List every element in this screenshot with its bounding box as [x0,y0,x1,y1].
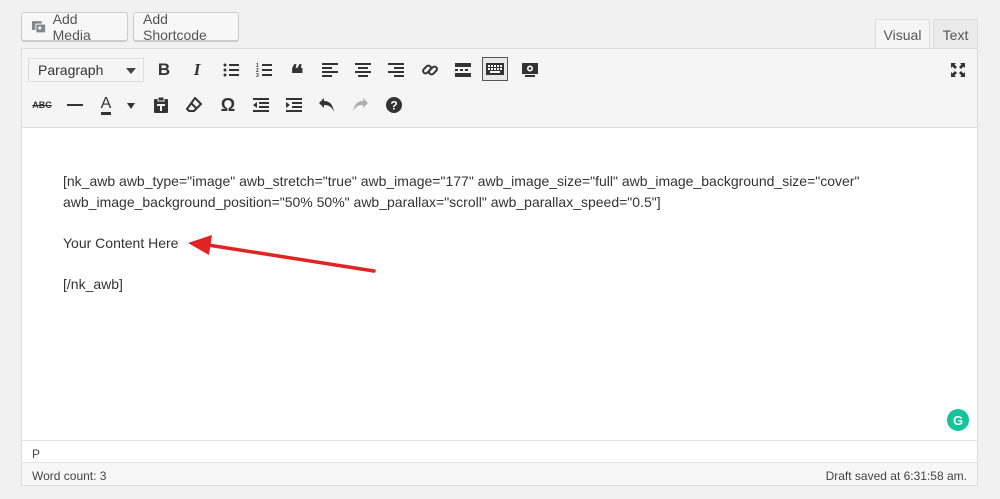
svg-text:3: 3 [256,73,259,78]
undo-icon[interactable] [315,93,339,117]
fullscreen-icon[interactable] [946,58,970,82]
add-media-label: Add Media [52,10,91,43]
element-path-label[interactable]: P [32,447,40,461]
strikethrough-icon[interactable]: ABC [30,93,54,117]
paste-as-text-icon[interactable] [149,93,173,117]
grammarly-badge-text: G [952,412,964,428]
shortcode-open-text: [nk_awb awb_type="image" awb_stretch="tr… [63,173,860,210]
blockquote-icon[interactable]: ❝ [285,58,309,88]
help-icon[interactable]: ? [382,93,406,117]
grammarly-icon[interactable]: G [947,409,969,431]
annotation-arrow [188,235,376,273]
add-shortcode-label: Add Shortcode [143,10,207,43]
chevron-down-icon [126,68,136,74]
preview-icon[interactable] [518,58,542,82]
editor-toolbar: Paragraph B I 123 ❝ ABC A Ω ? [22,49,977,128]
status-bar: Word count: 3 Draft saved at 6:31:58 am. [22,462,977,485]
tab-text[interactable]: Text [933,19,978,49]
word-count: Word count: 3 [32,469,107,483]
read-more-icon[interactable] [451,58,475,82]
bulleted-list-icon[interactable] [219,58,243,82]
tab-text-label: Text [942,26,969,43]
link-icon[interactable] [418,58,442,82]
toolbar-toggle-icon[interactable] [482,57,508,81]
clear-formatting-icon[interactable] [182,93,206,117]
element-path[interactable]: P [22,440,977,462]
indent-icon[interactable] [282,93,306,117]
align-center-icon[interactable] [351,58,375,82]
special-character-icon[interactable]: Ω [216,93,240,117]
svg-text:?: ? [390,99,397,113]
redo-icon[interactable] [348,93,372,117]
add-shortcode-button[interactable]: Add Shortcode [133,10,239,43]
align-right-icon[interactable] [384,58,408,82]
align-left-icon[interactable] [318,58,342,82]
tab-visual[interactable]: Visual [875,19,930,50]
tab-visual-label: Visual [883,27,922,43]
draft-saved-status: Draft saved at 6:31:58 am. [825,469,967,483]
outdent-icon[interactable] [249,93,273,117]
format-select[interactable]: Paragraph [28,58,144,82]
add-media-button[interactable]: Add Media [21,10,128,43]
text-color-dropdown-icon[interactable] [127,103,135,109]
format-select-value: Paragraph [38,62,104,78]
italic-icon[interactable]: I [185,58,209,82]
horizontal-line-icon[interactable] [63,93,87,117]
editor-container: Paragraph B I 123 ❝ ABC A Ω ? [nk_awb aw… [21,48,978,486]
bold-icon[interactable]: B [152,58,176,82]
text-color-icon[interactable]: A [96,93,116,117]
media-icon [31,20,47,33]
numbered-list-icon[interactable]: 123 [252,58,276,82]
